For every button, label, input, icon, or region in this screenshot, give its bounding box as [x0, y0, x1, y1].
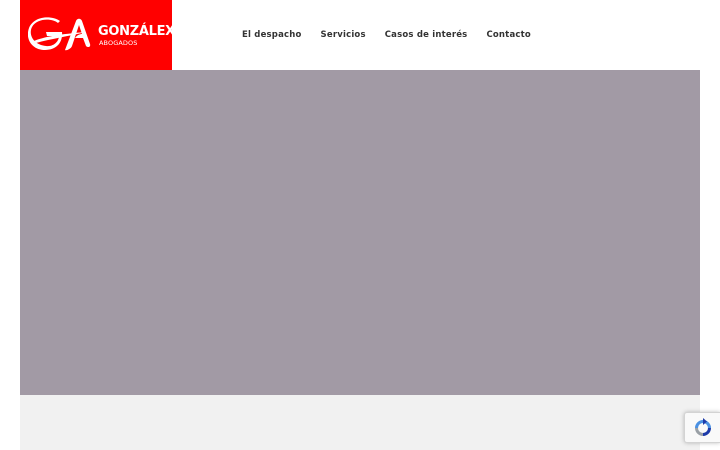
content-band	[20, 395, 700, 450]
nav-item-contacto[interactable]: Contacto	[486, 28, 530, 42]
main-nav: El despacho Servicios Casos de interés C…	[242, 28, 550, 42]
nav-item-el-despacho[interactable]: El despacho	[242, 28, 302, 42]
logo-monogram-icon	[28, 17, 91, 51]
nav-item-casos-de-interes[interactable]: Casos de interés	[385, 28, 468, 42]
logo-subtitle: ABOGADOS	[99, 39, 138, 47]
recaptcha-badge[interactable]	[684, 412, 720, 443]
logo-name: GONZÁLEX	[98, 24, 175, 39]
page: GONZÁLEX ABOGADOS El despacho Servicios …	[0, 0, 720, 450]
site-header: GONZÁLEX ABOGADOS El despacho Servicios …	[0, 0, 720, 70]
recaptcha-icon	[695, 418, 711, 436]
hero-banner	[20, 70, 700, 395]
nav-item-servicios[interactable]: Servicios	[321, 28, 366, 42]
logo-link[interactable]: GONZÁLEX ABOGADOS	[20, 0, 175, 70]
